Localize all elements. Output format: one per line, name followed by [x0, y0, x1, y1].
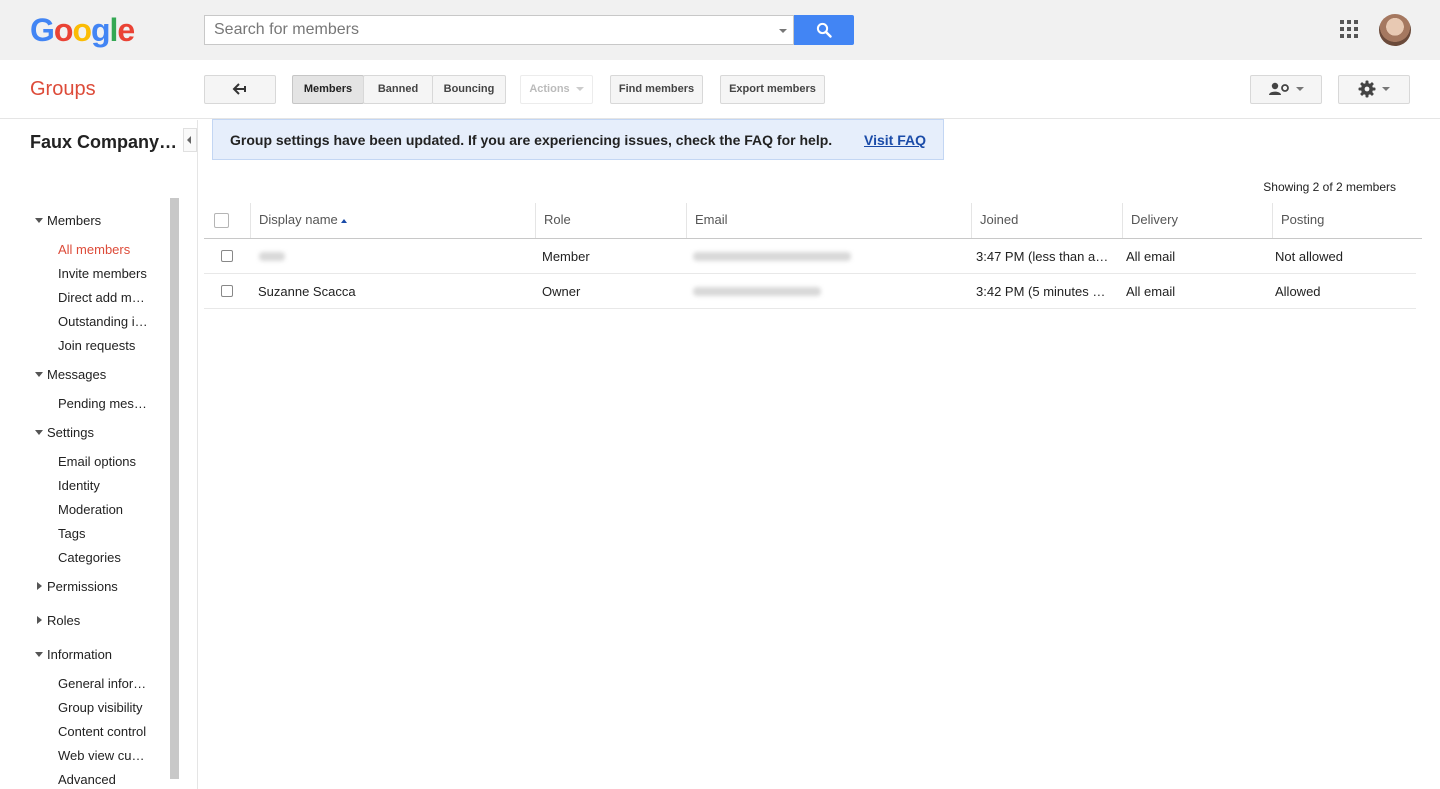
top-bar: Google Search for members: [0, 0, 1440, 60]
member-settings-dropdown[interactable]: [1250, 75, 1322, 104]
column-role[interactable]: Role: [535, 203, 687, 238]
table-row[interactable]: Suzanne Scacca Owner 3:42 PM (5 minutes …: [204, 274, 1416, 309]
account-avatar[interactable]: [1379, 14, 1411, 46]
sidebar-item-outstanding[interactable]: Outstanding i…: [58, 314, 150, 329]
search-icon: [816, 22, 832, 38]
expand-right-icon: [37, 582, 42, 590]
tab-bouncing[interactable]: Bouncing: [432, 75, 506, 104]
search-options-chevron-icon[interactable]: [779, 29, 787, 33]
sidebar-item-all-members[interactable]: All members: [58, 242, 150, 257]
sidebar-item-identity[interactable]: Identity: [58, 478, 150, 493]
actions-label: Actions: [529, 83, 570, 95]
google-logo[interactable]: Google: [30, 12, 135, 49]
person-settings-icon: [1269, 82, 1289, 96]
search-button[interactable]: [794, 15, 854, 45]
row-posting[interactable]: Allowed: [1275, 284, 1415, 299]
tab-banned[interactable]: Banned: [363, 75, 433, 104]
visit-faq-link[interactable]: Visit FAQ: [864, 132, 926, 148]
banner-message: Group settings have been updated. If you…: [230, 132, 833, 148]
sidebar-item-categories[interactable]: Categories: [58, 550, 150, 565]
sidebar-section-information[interactable]: Information: [35, 647, 112, 662]
app-title[interactable]: Groups: [30, 78, 96, 101]
sidebar-section-settings[interactable]: Settings: [35, 425, 94, 440]
export-members-button[interactable]: Export members: [720, 75, 825, 104]
select-all-cell: [204, 203, 250, 238]
sidebar-item-pending-messages[interactable]: Pending mes…: [58, 396, 150, 411]
redacted-email: [693, 287, 821, 296]
tab-members[interactable]: Members: [292, 75, 364, 104]
redacted-name: [259, 252, 285, 261]
find-members-button[interactable]: Find members: [610, 75, 703, 104]
sidebar-scrollbar[interactable]: [170, 198, 179, 779]
sidebar-item-content-control[interactable]: Content control: [58, 724, 150, 739]
sidebar: Faux Company… Members All members Invite…: [0, 120, 198, 789]
gear-icon: [1358, 80, 1376, 98]
expand-down-icon: [35, 372, 43, 377]
row-joined: 3:42 PM (5 minutes …: [976, 284, 1106, 299]
row-checkbox[interactable]: [221, 285, 233, 297]
sidebar-item-email-options[interactable]: Email options: [58, 454, 150, 469]
row-checkbox[interactable]: [221, 250, 233, 262]
row-role: Owner: [542, 284, 581, 299]
sidebar-item-web-view[interactable]: Web view cu…: [58, 748, 150, 763]
settings-updated-banner: Group settings have been updated. If you…: [212, 119, 944, 160]
sidebar-item-advanced[interactable]: Advanced: [58, 772, 150, 787]
table-row[interactable]: Member 3:47 PM (less than a… All email N…: [204, 239, 1416, 274]
expand-down-icon: [35, 430, 43, 435]
expand-down-icon: [35, 652, 43, 657]
sidebar-item-tags[interactable]: Tags: [58, 526, 150, 541]
sidebar-section-roles[interactable]: Roles: [37, 613, 80, 628]
row-role: Member: [542, 249, 590, 264]
sort-ascending-icon: [340, 218, 347, 223]
members-table-header: Display name Role Email Joined Delivery …: [204, 203, 1422, 239]
redacted-email: [693, 252, 851, 261]
sidebar-item-group-visibility[interactable]: Group visibility: [58, 700, 150, 715]
expand-down-icon: [35, 218, 43, 223]
chevron-down-icon: [1382, 87, 1390, 92]
sidebar-section-members[interactable]: Members: [35, 213, 101, 228]
search-input[interactable]: Search for members: [204, 15, 794, 45]
sidebar-item-general-information[interactable]: General infor…: [58, 676, 150, 691]
row-delivery[interactable]: All email: [1126, 284, 1266, 299]
column-display-name[interactable]: Display name: [250, 203, 536, 238]
sidebar-item-join-requests[interactable]: Join requests: [58, 338, 150, 353]
row-display-name[interactable]: Suzanne Scacca: [258, 284, 528, 299]
settings-dropdown[interactable]: [1338, 75, 1410, 104]
back-button[interactable]: [204, 75, 276, 104]
actions-dropdown[interactable]: Actions: [520, 75, 593, 104]
member-count: Showing 2 of 2 members: [1263, 180, 1396, 194]
search-placeholder: Search for members: [214, 21, 359, 38]
row-posting[interactable]: Not allowed: [1275, 249, 1415, 264]
row-delivery[interactable]: All email: [1126, 249, 1266, 264]
back-arrow-icon: [232, 83, 246, 95]
sidebar-item-moderation[interactable]: Moderation: [58, 502, 150, 517]
row-joined: 3:47 PM (less than a…: [976, 249, 1109, 264]
apps-grid-icon[interactable]: [1340, 20, 1360, 40]
sidebar-item-invite-members[interactable]: Invite members: [58, 266, 150, 281]
collapse-sidebar-button[interactable]: [183, 128, 197, 152]
column-delivery[interactable]: Delivery: [1122, 203, 1273, 238]
sidebar-item-direct-add[interactable]: Direct add m…: [58, 290, 150, 305]
sidebar-section-messages[interactable]: Messages: [35, 367, 106, 382]
chevron-down-icon: [1296, 87, 1304, 92]
column-posting[interactable]: Posting: [1272, 203, 1422, 238]
sidebar-section-permissions[interactable]: Permissions: [37, 579, 118, 594]
column-joined[interactable]: Joined: [971, 203, 1123, 238]
expand-right-icon: [37, 616, 42, 624]
toolbar: Groups Members Banned Bouncing Actions F…: [0, 60, 1440, 119]
chevron-down-icon: [575, 87, 584, 92]
group-name[interactable]: Faux Company…: [30, 132, 180, 153]
select-all-checkbox[interactable]: [214, 213, 229, 228]
column-email[interactable]: Email: [686, 203, 972, 238]
